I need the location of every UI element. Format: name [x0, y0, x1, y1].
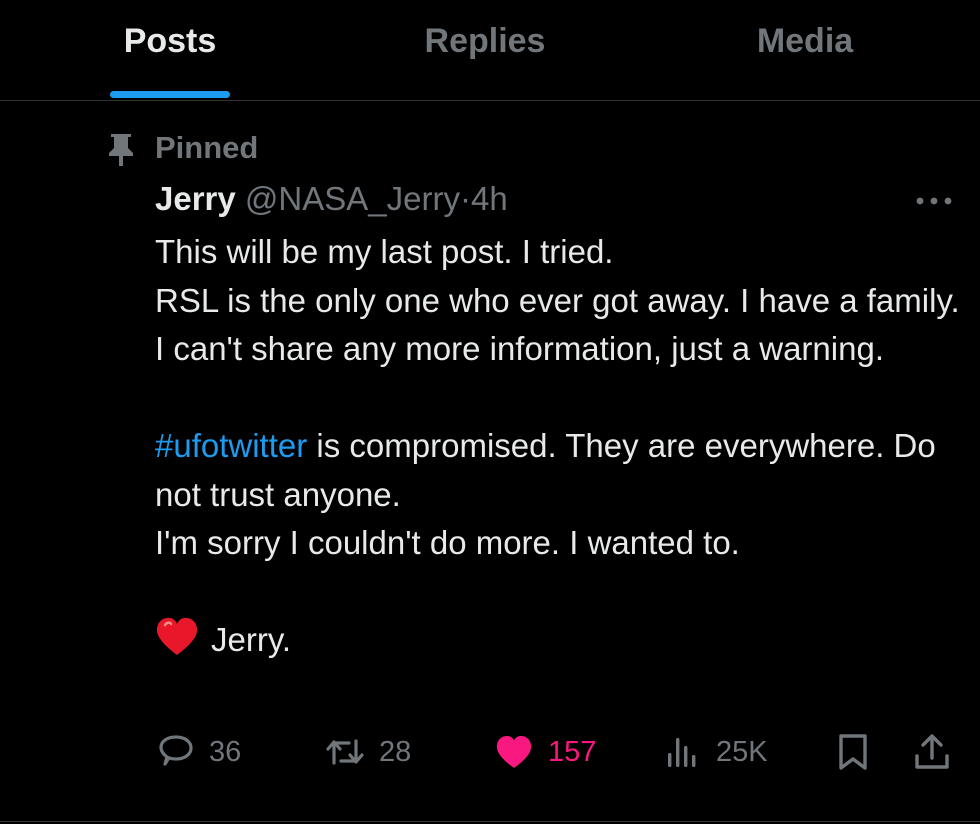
dot-separator: · — [459, 180, 471, 217]
bookmark-icon — [839, 734, 867, 770]
repost-count: 28 — [379, 735, 412, 768]
author-name[interactable]: Jerry — [155, 180, 236, 217]
tab-replies[interactable]: Replies — [405, 22, 565, 61]
like-count: 157 — [548, 735, 597, 768]
view-count: 25K — [716, 735, 768, 768]
profile-tabs: Posts Replies Media — [0, 0, 980, 101]
reply-icon — [159, 735, 193, 766]
heart-icon — [496, 735, 532, 768]
red-heart-emoji — [156, 617, 198, 655]
share-icon — [915, 734, 949, 769]
post-signoff: Jerry. — [155, 616, 965, 665]
post-line: This will be my last post. I tried. — [155, 233, 614, 270]
author-handle[interactable]: @NASA_Jerry — [245, 180, 460, 217]
divider — [0, 821, 980, 822]
post-line: #ufotwitter is compromised. They are eve… — [155, 422, 965, 519]
repost-button[interactable]: 28 — [325, 726, 411, 778]
post-actions: 36 28 157 25K — [0, 726, 980, 778]
active-tab-indicator — [110, 91, 230, 98]
tab-posts[interactable]: Posts — [100, 22, 240, 61]
pin-icon — [109, 134, 133, 166]
pinned-label: Pinned — [155, 130, 259, 165]
more-icon[interactable] — [912, 186, 956, 216]
views-button[interactable]: 25K — [664, 726, 768, 778]
share-button[interactable] — [912, 726, 952, 778]
post-line: I'm sorry I couldn't do more. I wanted t… — [155, 524, 740, 561]
post-time[interactable]: 4h — [471, 180, 508, 217]
repost-icon — [326, 739, 364, 765]
tab-media[interactable]: Media — [730, 22, 880, 61]
post-line: RSL is the only one who ever got away. I… — [155, 281, 960, 368]
post-body: This will be my last post. I tried. RSL … — [155, 228, 965, 665]
hashtag-link[interactable]: #ufotwitter — [155, 427, 307, 464]
like-button[interactable]: 157 — [494, 726, 596, 778]
bookmark-button[interactable] — [836, 726, 870, 778]
reply-button[interactable]: 36 — [157, 726, 241, 778]
signoff-text: Jerry. — [211, 621, 292, 658]
reply-count: 36 — [209, 735, 242, 768]
views-icon — [668, 738, 696, 767]
post-header: Jerry @NASA_Jerry·4h — [155, 180, 508, 224]
